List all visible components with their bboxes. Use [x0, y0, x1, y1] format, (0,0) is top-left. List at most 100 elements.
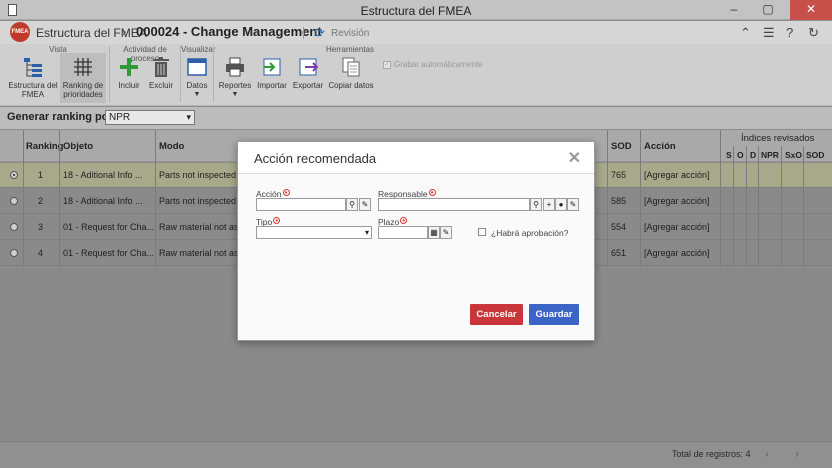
next-page-icon[interactable]: › [790, 448, 804, 462]
row-radio[interactable] [10, 197, 18, 205]
col-d[interactable]: D [750, 150, 756, 160]
agregar-accion-link[interactable]: [Agregar acción] [644, 196, 710, 206]
plazo-input[interactable] [378, 226, 428, 239]
refresh-icon[interactable]: ↻ [808, 25, 819, 41]
accion-input[interactable] [256, 198, 346, 211]
close-icon[interactable]: ✕ [568, 148, 581, 168]
prev-page-icon[interactable]: ‹ [760, 448, 774, 462]
column-divider [746, 146, 747, 267]
grid-icon [74, 58, 92, 76]
datos-dropdown-button[interactable]: Datos ▼ [183, 56, 211, 99]
ribbon-toolbar: Vista Actividad de proceso Visualizar He… [0, 44, 832, 106]
minimize-button[interactable]: – [720, 0, 748, 20]
excluir-label: Excluir [148, 81, 173, 90]
column-divider [803, 146, 804, 267]
col-sxo[interactable]: SxO [785, 150, 802, 160]
agregar-accion-link[interactable]: [Agregar acción] [644, 170, 710, 180]
window-close-button[interactable]: ✕ [790, 0, 832, 20]
col-sod2[interactable]: SOD [806, 150, 824, 160]
eraser-icon[interactable]: ✎ [359, 198, 371, 211]
revision-label[interactable]: Revisión [331, 28, 369, 39]
revision-refresh-icon[interactable]: ⟳ [314, 25, 325, 41]
cell-objeto: 18 - Aditional Info ... [63, 196, 143, 206]
save-button[interactable]: Guardar [529, 304, 579, 325]
tree-structure-icon [24, 58, 42, 77]
col-npr[interactable]: NPR [761, 150, 779, 160]
estructura-fmea-button[interactable]: Estructura del FMEA [8, 56, 58, 99]
window-icon [187, 58, 207, 76]
incluir-button[interactable]: Incluir [114, 56, 144, 90]
autosave-checkbox[interactable]: ✓ Grabar automáticamente [383, 60, 483, 69]
agregar-accion-link[interactable]: [Agregar acción] [644, 222, 710, 232]
cell-ranking: 1 [38, 170, 44, 180]
generar-ranking-label: Generar ranking por: [7, 111, 117, 123]
collapse-up-icon[interactable]: ⌃ [740, 25, 751, 41]
column-divider [758, 146, 759, 267]
reportes-dropdown-button[interactable]: Reportes ▼ [218, 56, 252, 99]
column-divider [781, 146, 782, 267]
required-icon: • [273, 217, 281, 225]
user-icon[interactable]: ● [555, 198, 567, 211]
search-icon[interactable]: ⚲ [530, 198, 542, 211]
column-divider [733, 146, 734, 267]
cell-modo: Raw material not as ... [159, 248, 237, 258]
plus-icon[interactable]: + [543, 198, 555, 211]
window-titlebar: Estructura del FMEA – ▢ ✕ [0, 0, 832, 20]
calendar-icon[interactable]: ▦ [428, 226, 440, 239]
checkbox-icon: ✓ [383, 60, 391, 69]
column-divider [59, 130, 60, 267]
cell-modo: Raw material not as ... [159, 222, 237, 232]
table-footer: Total de registros: 4 ‹ › [0, 441, 832, 468]
cell-ranking: 3 [38, 222, 44, 232]
agregar-accion-link[interactable]: [Agregar acción] [644, 248, 710, 258]
col-s[interactable]: S [726, 150, 732, 160]
column-divider [720, 130, 721, 267]
col-sod[interactable]: SOD [611, 141, 632, 152]
col-accion[interactable]: Acción [644, 141, 676, 152]
page-title: 000024 - Change Management [136, 24, 322, 39]
cancel-button[interactable]: Cancelar [470, 304, 523, 325]
fmea-logo: FMEA [10, 22, 30, 42]
responsable-input[interactable] [378, 198, 530, 211]
ranking-bar: Generar ranking por: NPR [0, 107, 832, 129]
col-modo[interactable]: Modo [159, 141, 184, 152]
printer-icon [226, 57, 244, 77]
search-icon[interactable]: ⚲ [346, 198, 358, 211]
trash-icon [153, 57, 169, 77]
maximize-button[interactable]: ▢ [754, 0, 782, 20]
row-radio[interactable] [10, 249, 18, 257]
cell-modo: Parts not inspected ... [159, 170, 237, 180]
group-divider [213, 46, 214, 102]
column-divider [155, 130, 156, 267]
exportar-button[interactable]: Exportar [292, 56, 324, 90]
col-o[interactable]: O [737, 150, 744, 160]
col-ranking[interactable]: Ranking [26, 141, 63, 152]
row-radio[interactable] [10, 223, 18, 231]
importar-button[interactable]: Importar [256, 56, 288, 90]
row-radio[interactable] [10, 171, 18, 179]
ranking-criteria-select[interactable]: NPR [105, 110, 195, 125]
breadcrumb-parent[interactable]: Estructura del FMEA [36, 26, 147, 40]
dialog-header: Acción recomendada ✕ [238, 142, 594, 174]
aprobacion-checkbox[interactable] [478, 228, 486, 236]
autosave-label: Grabar automáticamente [394, 60, 483, 69]
column-divider [607, 130, 608, 267]
eraser-icon[interactable]: ✎ [567, 198, 579, 211]
incluir-label: Incluir [118, 81, 140, 90]
help-icon[interactable]: ? [786, 25, 793, 40]
tipo-select[interactable] [256, 226, 372, 239]
list-menu-icon[interactable]: ☰ [763, 25, 775, 41]
group-title-herramientas: Herramientas [325, 45, 374, 54]
cell-ranking: 2 [38, 196, 44, 206]
cell-modo: Parts not inspected ... [159, 196, 237, 206]
copiar-datos-button[interactable]: Copiar datos [328, 56, 374, 90]
col-objeto[interactable]: Objeto [63, 141, 93, 152]
group-title-visualizar: Visualizar [181, 45, 216, 54]
ranking-prioridades-button[interactable]: Ranking de prioridades [60, 53, 106, 103]
excluir-button[interactable]: Excluir [146, 56, 176, 90]
cell-sod: 651 [611, 248, 627, 258]
chevron-down-icon: ▼ [193, 91, 201, 98]
eraser-icon[interactable]: ✎ [440, 226, 452, 239]
cell-objeto: 01 - Request for Cha... [63, 222, 153, 232]
reportes-label: Reportes [218, 81, 252, 90]
